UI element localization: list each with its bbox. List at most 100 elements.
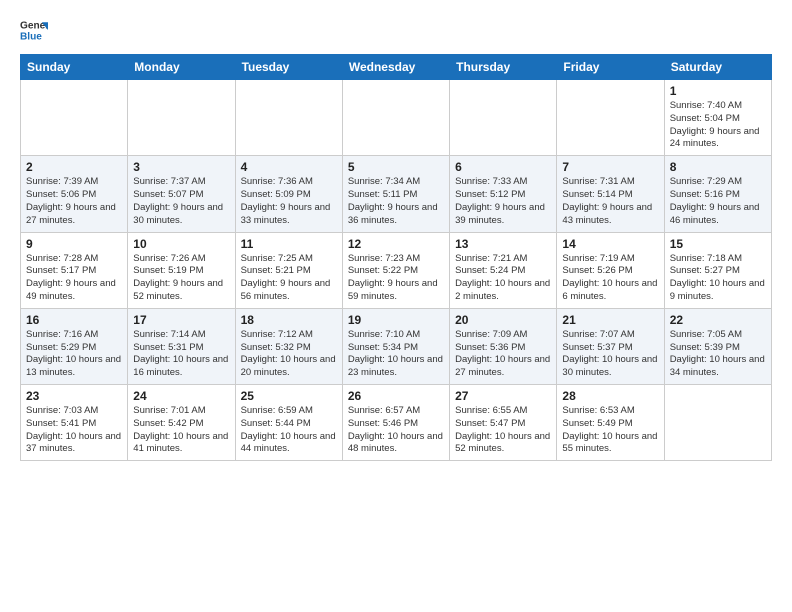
day-info: Sunrise: 7:23 AM Sunset: 5:22 PM Dayligh… xyxy=(348,253,444,304)
calendar-cell: 23 Sunrise: 7:03 AM Sunset: 5:41 PM Dayli… xyxy=(21,385,128,461)
calendar-cell xyxy=(21,80,128,156)
calendar-cell: 21 Sunrise: 7:07 AM Sunset: 5:37 PM Dayli… xyxy=(557,308,664,384)
day-number: 28 xyxy=(562,389,658,403)
day-info: Sunrise: 7:21 AM Sunset: 5:24 PM Dayligh… xyxy=(455,253,551,304)
calendar-cell xyxy=(450,80,557,156)
day-info: Sunrise: 7:09 AM Sunset: 5:36 PM Dayligh… xyxy=(455,329,551,380)
day-number: 15 xyxy=(670,237,766,251)
day-info: Sunrise: 7:26 AM Sunset: 5:19 PM Dayligh… xyxy=(133,253,229,304)
day-info: Sunrise: 6:53 AM Sunset: 5:49 PM Dayligh… xyxy=(562,405,658,456)
day-info: Sunrise: 7:36 AM Sunset: 5:09 PM Dayligh… xyxy=(241,176,337,227)
svg-text:Blue: Blue xyxy=(20,31,42,42)
calendar-cell xyxy=(235,80,342,156)
day-info: Sunrise: 7:31 AM Sunset: 5:14 PM Dayligh… xyxy=(562,176,658,227)
calendar-cell: 8 Sunrise: 7:29 AM Sunset: 5:16 PM Daylig… xyxy=(664,156,771,232)
calendar-cell: 7 Sunrise: 7:31 AM Sunset: 5:14 PM Daylig… xyxy=(557,156,664,232)
day-info: Sunrise: 7:29 AM Sunset: 5:16 PM Dayligh… xyxy=(670,176,766,227)
day-number: 18 xyxy=(241,313,337,327)
day-number: 2 xyxy=(26,160,122,174)
day-number: 6 xyxy=(455,160,551,174)
day-number: 26 xyxy=(348,389,444,403)
day-number: 16 xyxy=(26,313,122,327)
day-number: 17 xyxy=(133,313,229,327)
calendar-cell xyxy=(342,80,449,156)
day-number: 1 xyxy=(670,84,766,98)
calendar-cell: 13 Sunrise: 7:21 AM Sunset: 5:24 PM Dayli… xyxy=(450,232,557,308)
day-number: 9 xyxy=(26,237,122,251)
day-number: 23 xyxy=(26,389,122,403)
day-number: 14 xyxy=(562,237,658,251)
day-info: Sunrise: 7:19 AM Sunset: 5:26 PM Dayligh… xyxy=(562,253,658,304)
day-number: 3 xyxy=(133,160,229,174)
day-number: 12 xyxy=(348,237,444,251)
weekday-friday: Friday xyxy=(557,55,664,80)
calendar-cell: 26Sunrise: 6:57 AM Sunset: 5:46 PM Dayli… xyxy=(342,385,449,461)
calendar-cell: 14 Sunrise: 7:19 AM Sunset: 5:26 PM Dayli… xyxy=(557,232,664,308)
calendar-cell: 28 Sunrise: 6:53 AM Sunset: 5:49 PM Dayli… xyxy=(557,385,664,461)
calendar-cell: 12 Sunrise: 7:23 AM Sunset: 5:22 PM Dayli… xyxy=(342,232,449,308)
day-info: Sunrise: 7:10 AM Sunset: 5:34 PM Dayligh… xyxy=(348,329,444,380)
calendar-cell: 5 Sunrise: 7:34 AM Sunset: 5:11 PM Daylig… xyxy=(342,156,449,232)
calendar-cell: 19 Sunrise: 7:10 AM Sunset: 5:34 PM Dayli… xyxy=(342,308,449,384)
calendar-cell: 16 Sunrise: 7:16 AM Sunset: 5:29 PM Dayli… xyxy=(21,308,128,384)
weekday-monday: Monday xyxy=(128,55,235,80)
day-number: 10 xyxy=(133,237,229,251)
day-number: 13 xyxy=(455,237,551,251)
day-number: 4 xyxy=(241,160,337,174)
weekday-sunday: Sunday xyxy=(21,55,128,80)
page: General Blue SundayMondayTuesdayWednesda… xyxy=(0,0,792,477)
day-number: 21 xyxy=(562,313,658,327)
logo: General Blue xyxy=(20,16,48,44)
day-number: 22 xyxy=(670,313,766,327)
calendar-cell: 2 Sunrise: 7:39 AM Sunset: 5:06 PM Daylig… xyxy=(21,156,128,232)
calendar-cell: 25Sunrise: 6:59 AM Sunset: 5:44 PM Dayli… xyxy=(235,385,342,461)
header: General Blue xyxy=(20,16,772,44)
calendar-cell: 1Sunrise: 7:40 AM Sunset: 5:04 PM Daylig… xyxy=(664,80,771,156)
calendar-cell xyxy=(557,80,664,156)
week-row-2: 2 Sunrise: 7:39 AM Sunset: 5:06 PM Daylig… xyxy=(21,156,772,232)
day-info: Sunrise: 7:16 AM Sunset: 5:29 PM Dayligh… xyxy=(26,329,122,380)
day-number: 7 xyxy=(562,160,658,174)
weekday-saturday: Saturday xyxy=(664,55,771,80)
day-info: Sunrise: 7:01 AM Sunset: 5:42 PM Dayligh… xyxy=(133,405,229,456)
weekday-wednesday: Wednesday xyxy=(342,55,449,80)
calendar-cell: 22Sunrise: 7:05 AM Sunset: 5:39 PM Dayli… xyxy=(664,308,771,384)
calendar-cell: 11 Sunrise: 7:25 AM Sunset: 5:21 PM Dayli… xyxy=(235,232,342,308)
calendar-cell: 3 Sunrise: 7:37 AM Sunset: 5:07 PM Daylig… xyxy=(128,156,235,232)
day-info: Sunrise: 7:34 AM Sunset: 5:11 PM Dayligh… xyxy=(348,176,444,227)
calendar-cell: 9 Sunrise: 7:28 AM Sunset: 5:17 PM Daylig… xyxy=(21,232,128,308)
calendar-cell: 17 Sunrise: 7:14 AM Sunset: 5:31 PM Dayli… xyxy=(128,308,235,384)
day-info: Sunrise: 7:07 AM Sunset: 5:37 PM Dayligh… xyxy=(562,329,658,380)
day-info: Sunrise: 6:55 AM Sunset: 5:47 PM Dayligh… xyxy=(455,405,551,456)
calendar-cell: 27Sunrise: 6:55 AM Sunset: 5:47 PM Dayli… xyxy=(450,385,557,461)
week-row-5: 23 Sunrise: 7:03 AM Sunset: 5:41 PM Dayli… xyxy=(21,385,772,461)
day-number: 5 xyxy=(348,160,444,174)
week-row-1: 1Sunrise: 7:40 AM Sunset: 5:04 PM Daylig… xyxy=(21,80,772,156)
day-info: Sunrise: 7:25 AM Sunset: 5:21 PM Dayligh… xyxy=(241,253,337,304)
day-number: 8 xyxy=(670,160,766,174)
day-info: Sunrise: 7:12 AM Sunset: 5:32 PM Dayligh… xyxy=(241,329,337,380)
day-number: 25 xyxy=(241,389,337,403)
svg-text:General: General xyxy=(20,20,48,31)
calendar-table: SundayMondayTuesdayWednesdayThursdayFrid… xyxy=(20,54,772,461)
calendar-cell: 15 Sunrise: 7:18 AM Sunset: 5:27 PM Dayli… xyxy=(664,232,771,308)
week-row-3: 9 Sunrise: 7:28 AM Sunset: 5:17 PM Daylig… xyxy=(21,232,772,308)
day-info: Sunrise: 7:37 AM Sunset: 5:07 PM Dayligh… xyxy=(133,176,229,227)
weekday-thursday: Thursday xyxy=(450,55,557,80)
day-number: 19 xyxy=(348,313,444,327)
calendar-cell: 6Sunrise: 7:33 AM Sunset: 5:12 PM Daylig… xyxy=(450,156,557,232)
week-row-4: 16 Sunrise: 7:16 AM Sunset: 5:29 PM Dayli… xyxy=(21,308,772,384)
calendar-cell: 18 Sunrise: 7:12 AM Sunset: 5:32 PM Dayli… xyxy=(235,308,342,384)
day-info: Sunrise: 7:39 AM Sunset: 5:06 PM Dayligh… xyxy=(26,176,122,227)
day-info: Sunrise: 7:28 AM Sunset: 5:17 PM Dayligh… xyxy=(26,253,122,304)
day-info: Sunrise: 7:03 AM Sunset: 5:41 PM Dayligh… xyxy=(26,405,122,456)
weekday-tuesday: Tuesday xyxy=(235,55,342,80)
calendar-cell: 4 Sunrise: 7:36 AM Sunset: 5:09 PM Daylig… xyxy=(235,156,342,232)
day-info: Sunrise: 7:18 AM Sunset: 5:27 PM Dayligh… xyxy=(670,253,766,304)
day-number: 20 xyxy=(455,313,551,327)
calendar-cell xyxy=(664,385,771,461)
day-info: Sunrise: 7:14 AM Sunset: 5:31 PM Dayligh… xyxy=(133,329,229,380)
calendar-cell: 10 Sunrise: 7:26 AM Sunset: 5:19 PM Dayli… xyxy=(128,232,235,308)
day-number: 11 xyxy=(241,237,337,251)
weekday-header-row: SundayMondayTuesdayWednesdayThursdayFrid… xyxy=(21,55,772,80)
